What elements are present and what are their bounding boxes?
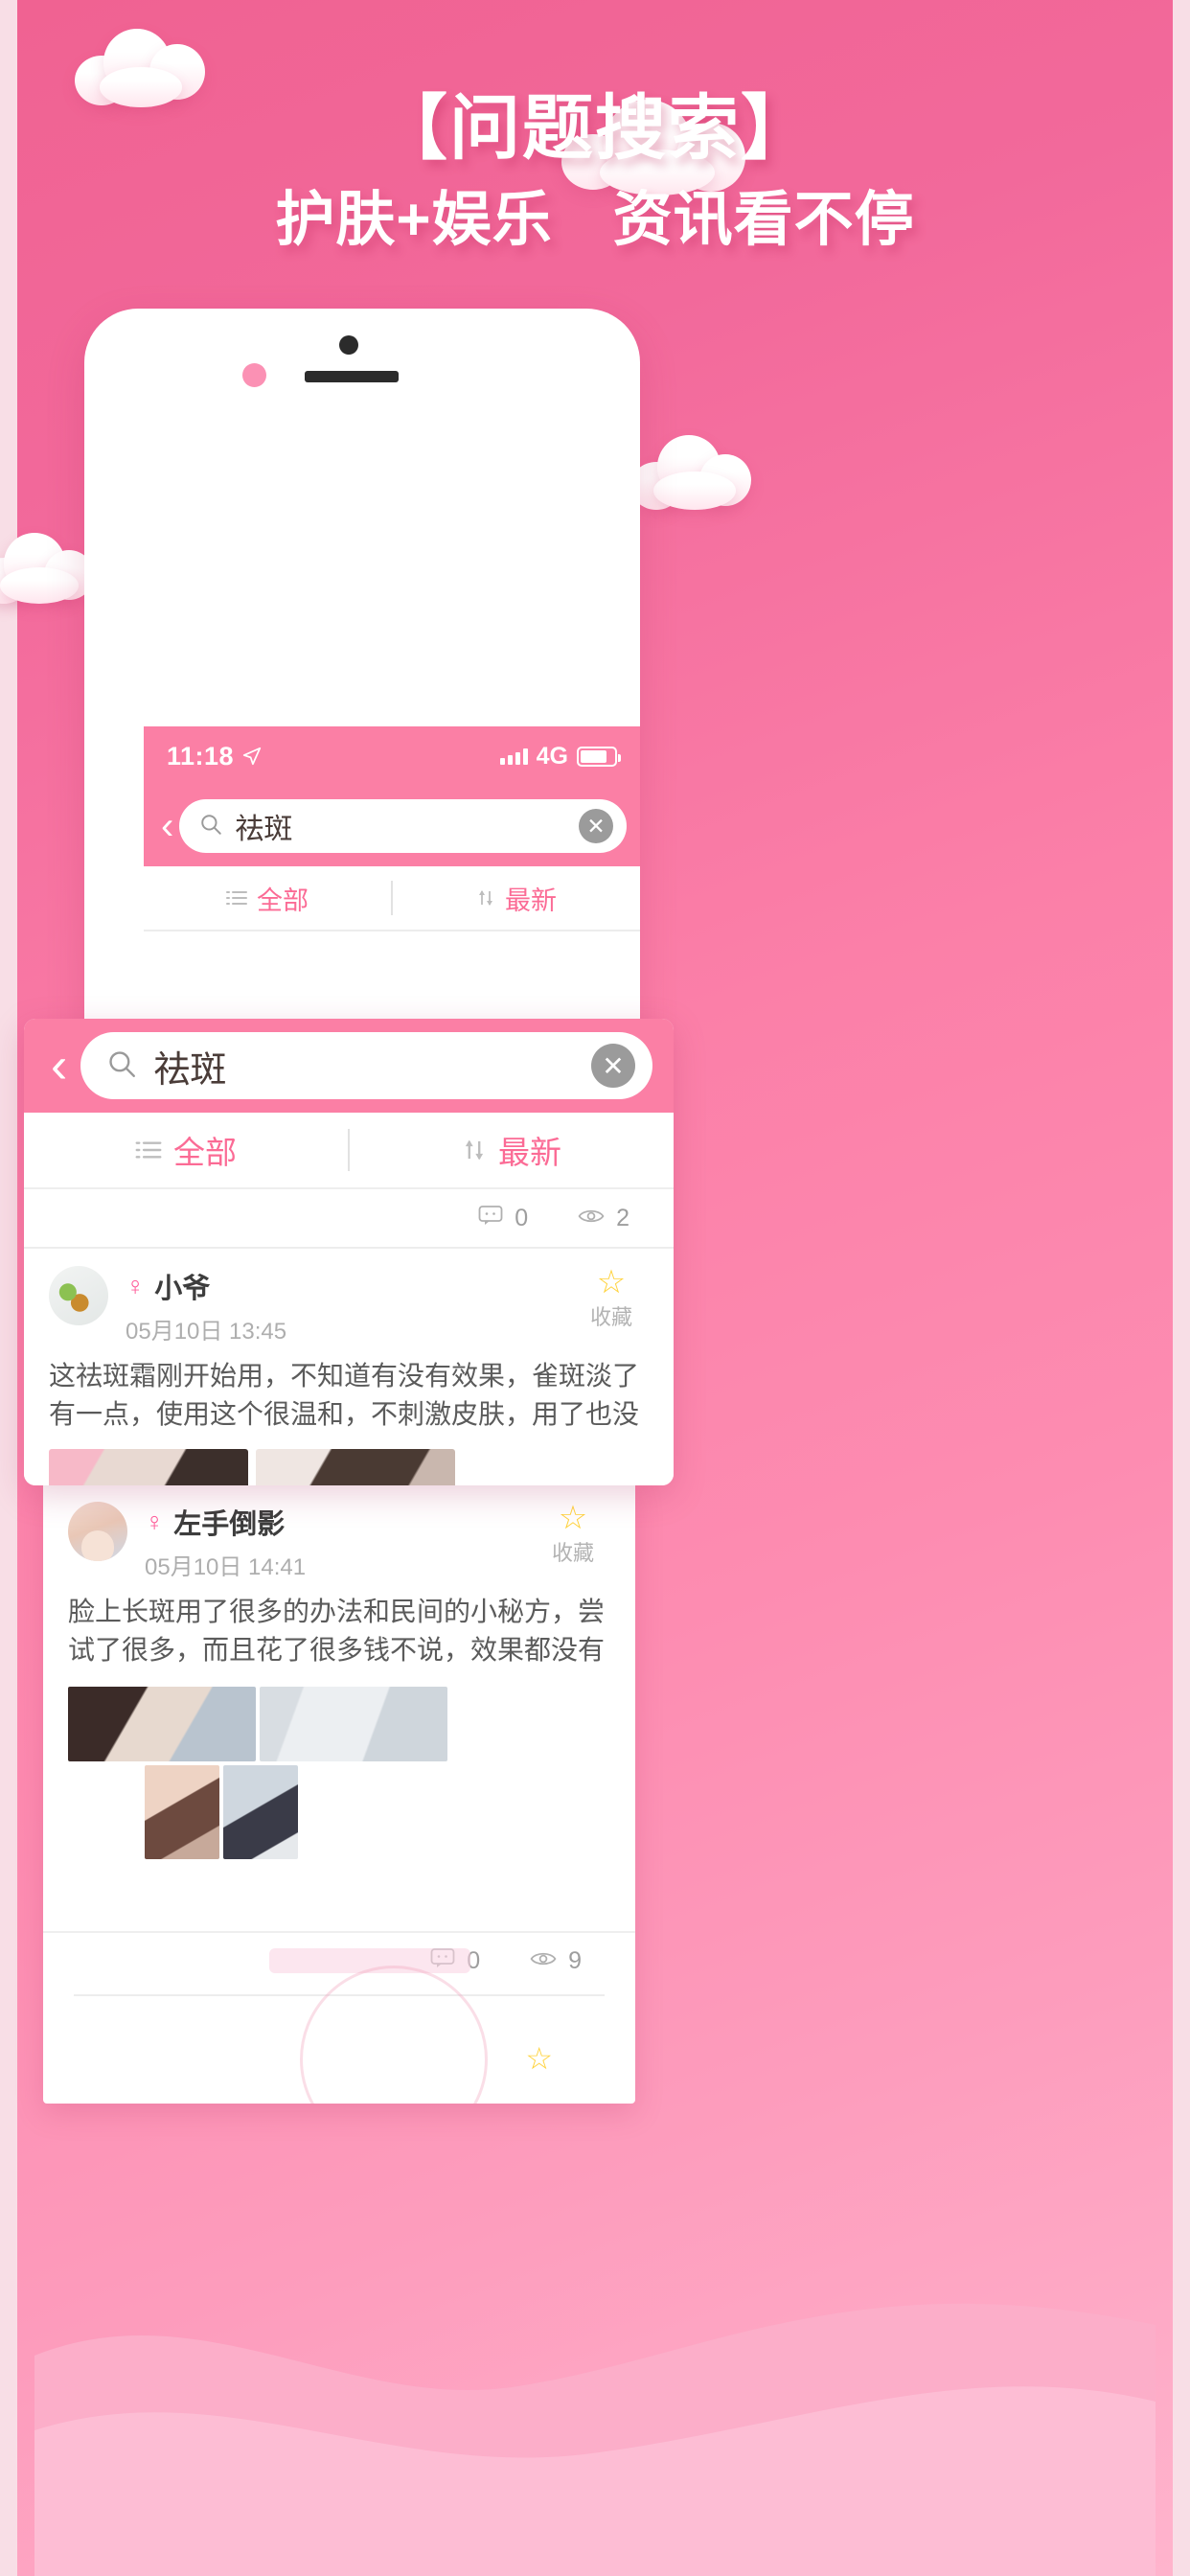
tab-all[interactable]: 全部 xyxy=(144,880,391,917)
post-date: 05月10日 13:45 xyxy=(126,1319,287,1345)
tab-latest-label: 最新 xyxy=(498,1135,561,1170)
phone-sensor-dot xyxy=(242,363,266,387)
battery-icon xyxy=(577,746,621,767)
chevron-left-icon[interactable]: ‹ xyxy=(51,1041,67,1091)
favorite-label: 收藏 xyxy=(551,1541,594,1565)
post-image[interactable] xyxy=(49,1449,248,1485)
favorite-label: 收藏 xyxy=(589,1305,632,1329)
post-image-row-2 xyxy=(145,1765,610,1859)
view-stat: 9 xyxy=(530,1947,582,1975)
post-image[interactable] xyxy=(145,1765,219,1859)
search-icon xyxy=(198,812,223,841)
right-edge-strip xyxy=(1173,0,1190,2576)
star-icon[interactable]: ☆ xyxy=(525,2040,553,2077)
phone-camera-dot xyxy=(339,335,358,355)
star-icon: ☆ xyxy=(558,1500,588,1536)
post-text: 脸上长斑用了很多的办法和民间的小秘方，尝试了很多，而且花了很多钱不说，效果都没有… xyxy=(68,1597,606,1673)
phone-search-bar: ‹ 祛斑 ✕ xyxy=(144,786,640,866)
phone-tab-row: 全部 最新 xyxy=(144,866,640,932)
tab-all[interactable]: 全部 xyxy=(24,1127,348,1173)
avatar[interactable] xyxy=(68,1502,127,1561)
search-value: 祛斑 xyxy=(153,1049,227,1091)
card-tab-row: 全部 最新 xyxy=(24,1113,674,1189)
comment-count: 0 xyxy=(515,1204,529,1231)
comment-icon xyxy=(478,1205,503,1232)
search-value: 祛斑 xyxy=(235,814,293,845)
post-date: 05月10日 14:41 xyxy=(145,1554,307,1580)
eye-icon xyxy=(578,1205,605,1232)
sort-icon xyxy=(462,1138,487,1162)
sort-icon xyxy=(476,888,495,908)
avatar[interactable] xyxy=(49,1266,108,1325)
post-username: 小爷 xyxy=(154,1274,211,1304)
post-header: ♀ 左手倒影 05月10日 14:41 ☆ 收藏 xyxy=(68,1502,610,1581)
post-text: 这祛斑霜刚开始用，不知道有没有效果，雀斑淡了有一点，使用这个很温和，不刺激皮肤，… xyxy=(49,1361,640,1429)
tab-latest[interactable]: 最新 xyxy=(393,880,640,917)
tab-all-label: 全部 xyxy=(257,886,309,915)
location-arrow-icon xyxy=(241,746,263,767)
post-image[interactable] xyxy=(223,1765,298,1859)
post-header: ♀ 小爷 05月10日 13:45 ☆ 收藏 xyxy=(49,1266,649,1346)
view-count: 9 xyxy=(568,1946,582,1974)
post-username-row: ♀ 左手倒影 xyxy=(145,1502,518,1542)
cloud-mid-right xyxy=(630,431,784,512)
page-title: 【问题搜索】 xyxy=(377,88,813,168)
left-edge-strip xyxy=(0,0,17,2576)
post-image-row xyxy=(68,1687,610,1761)
post-image-row xyxy=(49,1449,649,1485)
signal-bars-icon xyxy=(499,748,528,765)
tab-latest[interactable]: 最新 xyxy=(350,1127,674,1173)
card-search-bar: ‹ 祛斑 ✕ xyxy=(24,1019,674,1113)
status-time: 11:18 xyxy=(167,741,235,770)
chevron-left-icon[interactable]: ‹ xyxy=(161,807,173,845)
post-username-row: ♀ 小爷 xyxy=(126,1266,557,1306)
bottom-wave-decoration xyxy=(34,2174,1156,2576)
card-top-stats: 0 2 xyxy=(24,1189,674,1249)
post-image[interactable] xyxy=(256,1449,455,1485)
post-image[interactable] xyxy=(260,1687,447,1761)
search-input[interactable]: 祛斑 ✕ xyxy=(80,1032,652,1099)
favorite-button[interactable]: ☆ 收藏 xyxy=(536,1502,610,1567)
clear-circle-icon[interactable]: ✕ xyxy=(591,1044,635,1088)
search-input[interactable]: 祛斑 ✕ xyxy=(179,799,627,853)
eye-icon xyxy=(530,1947,557,1975)
female-symbol: ♀ xyxy=(145,1506,165,1536)
list-icon xyxy=(135,1139,162,1161)
female-symbol: ♀ xyxy=(126,1271,146,1300)
clear-circle-icon[interactable]: ✕ xyxy=(579,809,613,843)
network-label: 4G xyxy=(536,742,568,770)
tab-all-label: 全部 xyxy=(173,1135,237,1170)
tab-latest-label: 最新 xyxy=(505,886,557,915)
post-meta: ♀ 左手倒影 05月10日 14:41 xyxy=(145,1502,518,1581)
post-username: 左手倒影 xyxy=(173,1509,286,1540)
star-icon: ☆ xyxy=(596,1264,627,1300)
search-results-card: ‹ 祛斑 ✕ 全部 最新 0 2 ♀ 小爷 05月10日 13:45 ☆ 收藏 … xyxy=(24,1019,674,1485)
post-item-1[interactable]: ♀ 小爷 05月10日 13:45 ☆ 收藏 这祛斑霜刚开始用，不知道有没有效果… xyxy=(24,1249,674,1485)
status-bar: 11:18 4G xyxy=(144,726,640,786)
second-post-sheet: ♀ 左手倒影 05月10日 14:41 ☆ 收藏 脸上长斑用了很多的办法和民间的… xyxy=(43,1481,635,2104)
page-subtitle: 护肤+娱乐 资讯看不停 xyxy=(275,187,915,253)
phone-speaker-bar xyxy=(305,371,399,382)
search-icon xyxy=(105,1047,138,1085)
post-item-2[interactable]: ♀ 左手倒影 05月10日 14:41 ☆ 收藏 脸上长斑用了很多的办法和民间的… xyxy=(43,1481,635,1859)
comment-stat: 0 xyxy=(478,1205,528,1232)
view-stat: 2 xyxy=(578,1205,629,1232)
view-count: 2 xyxy=(616,1204,629,1231)
post-meta: ♀ 小爷 05月10日 13:45 xyxy=(126,1266,557,1346)
favorite-button[interactable]: ☆ 收藏 xyxy=(574,1266,649,1331)
post-image[interactable] xyxy=(68,1687,256,1761)
list-icon xyxy=(226,889,247,907)
